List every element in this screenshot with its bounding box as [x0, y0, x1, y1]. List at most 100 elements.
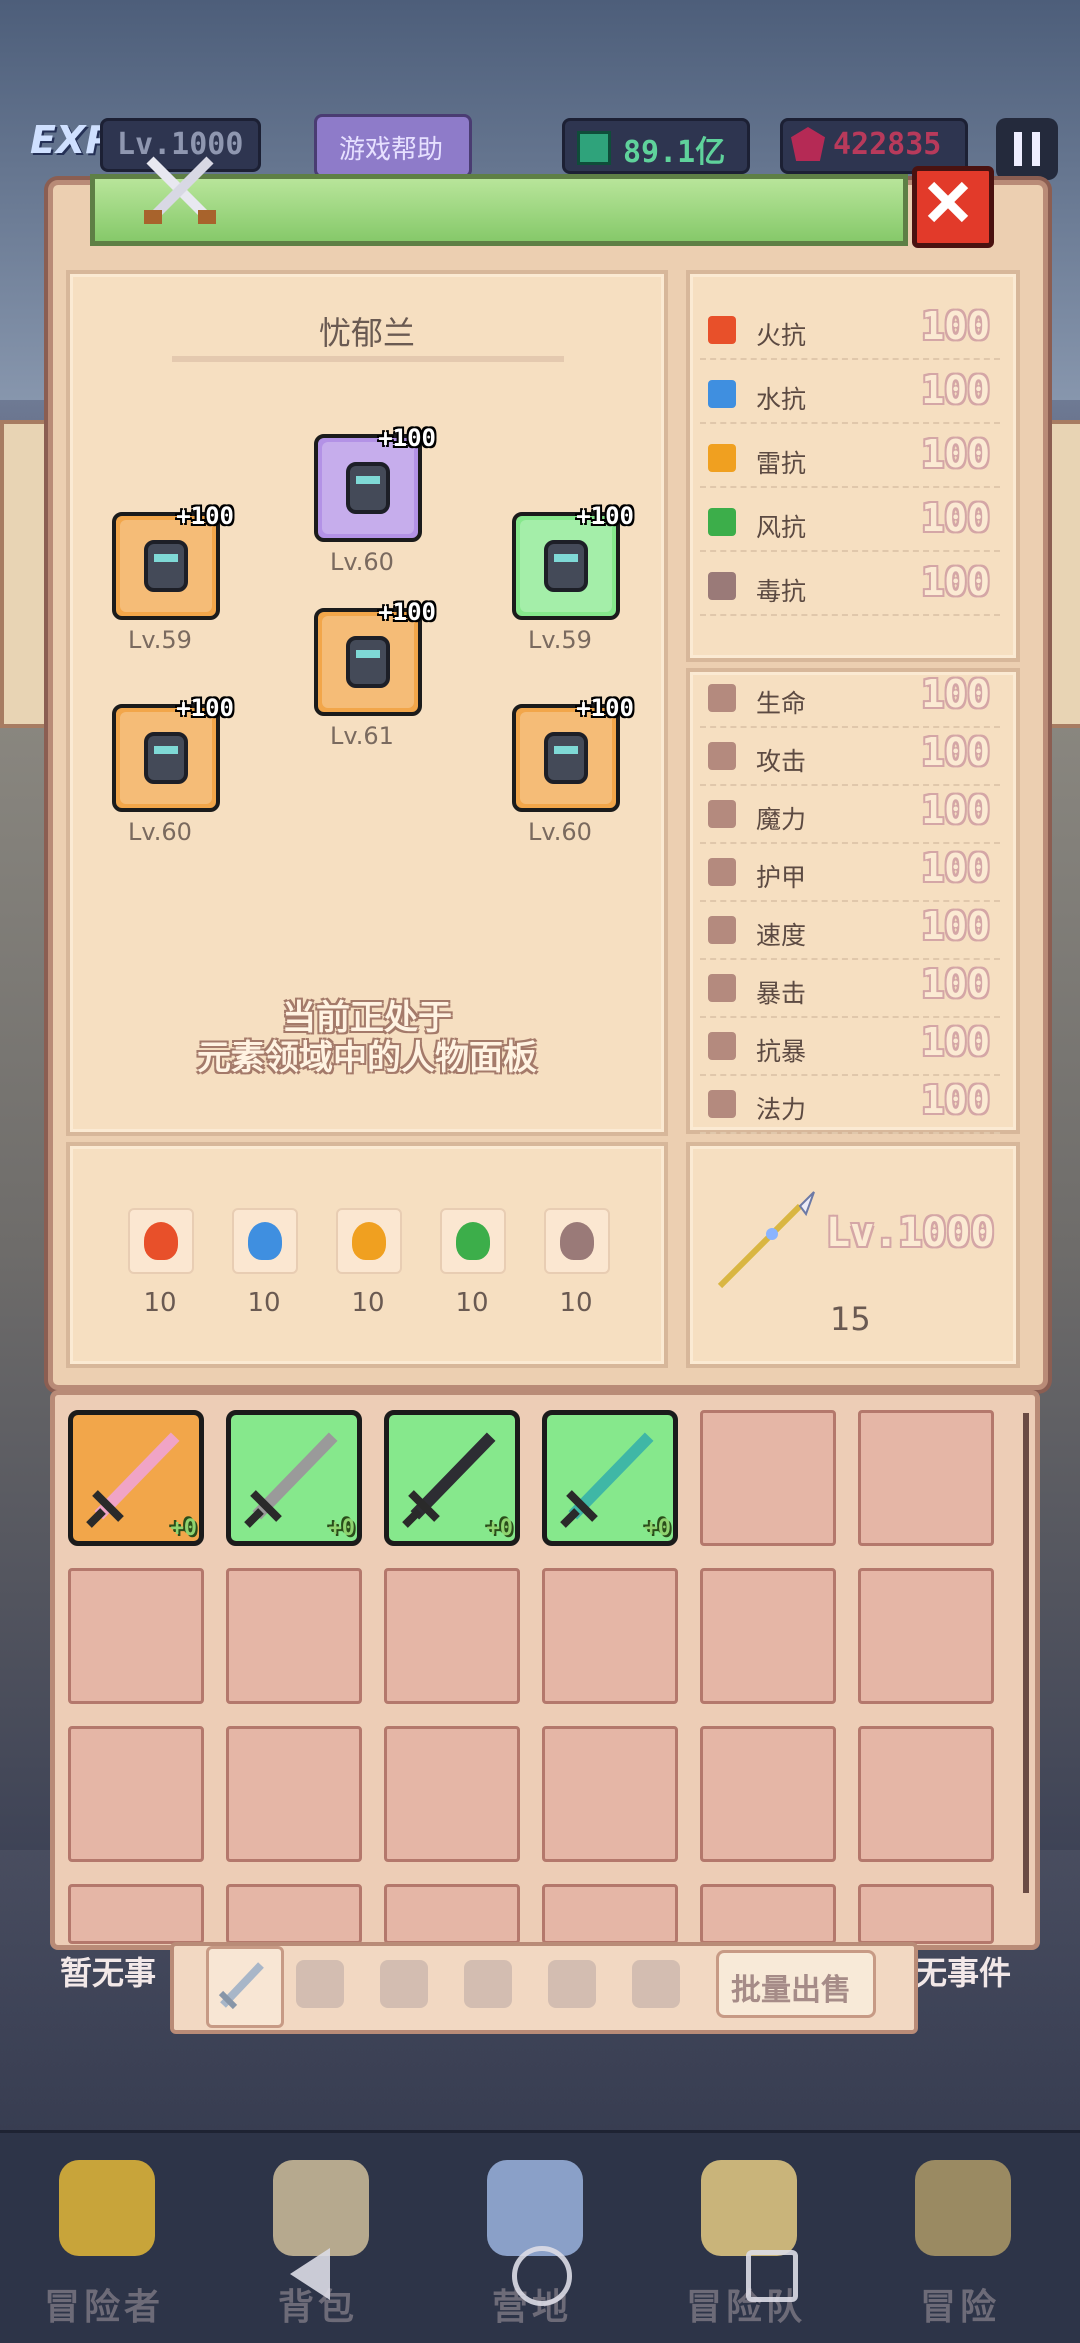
pants-tab-icon[interactable] [548, 1960, 596, 2008]
inventory-item[interactable]: +0 [542, 1410, 678, 1546]
nav-adventure[interactable]: 冒险 [870, 2150, 1050, 2340]
inventory-slot-empty[interactable] [700, 1410, 836, 1546]
attribute-name: 抗暴 [756, 1037, 807, 1066]
water-icon [708, 380, 736, 408]
attribute-name: 魔力 [756, 805, 807, 834]
resistance-value: 100 [921, 368, 990, 412]
inventory-slot-empty[interactable] [226, 1726, 362, 1862]
equip-level: Lv.59 [128, 626, 192, 654]
equip-slot-ring[interactable]: +100 [112, 694, 234, 812]
inventory-slot-empty[interactable] [858, 1726, 994, 1862]
bulk-sell-label: 批量出售 [731, 1973, 851, 2008]
emerald-icon [577, 131, 611, 165]
nav-adventurer[interactable]: 冒险者 [14, 2150, 194, 2340]
equip-slot-weapon[interactable]: +100 [112, 502, 234, 620]
inventory-slot-empty[interactable] [68, 1884, 204, 1944]
inventory-slot-empty[interactable] [858, 1568, 994, 1704]
inventory-item[interactable]: +0 [226, 1410, 362, 1546]
pause-icon [1014, 132, 1022, 166]
help-button[interactable]: 游戏帮助 [314, 114, 472, 178]
attribute-row: 法力 100 [700, 1076, 1000, 1134]
name-divider [172, 356, 564, 362]
inventory-slot-empty[interactable] [384, 1884, 520, 1944]
helmet-tab-icon[interactable] [380, 1960, 428, 2008]
team-icon [701, 2160, 797, 2256]
attribute-value: 100 [921, 846, 990, 890]
inventory-slot-empty[interactable] [858, 1410, 994, 1546]
inventory-item[interactable]: +0 [384, 1410, 520, 1546]
resistance-row: 风抗 100 [700, 494, 1000, 552]
inventory-slot-empty[interactable] [384, 1726, 520, 1862]
boots-icon [520, 712, 612, 804]
crossed-swords-icon [140, 150, 220, 230]
fire-icon [708, 316, 736, 344]
poison-element-icon [544, 1208, 610, 1274]
weapon-tab[interactable] [206, 1946, 284, 2028]
equip-plus-badge: +100 [576, 502, 634, 530]
inventory-slot-empty[interactable] [700, 1726, 836, 1862]
attribute-name: 速度 [756, 921, 807, 950]
backpack-icon [273, 2160, 369, 2256]
equip-slot-helmet[interactable]: +100 [314, 424, 436, 542]
shield-icon [520, 520, 612, 612]
close-button[interactable] [912, 166, 994, 248]
nav-camp[interactable]: 营地 [442, 2150, 622, 2340]
resistance-name: 风抗 [756, 513, 807, 542]
pause-button[interactable] [996, 118, 1058, 180]
attribute-value: 100 [921, 730, 990, 774]
nav-backpack[interactable]: 背包 [228, 2150, 408, 2340]
resistance-name: 水抗 [756, 385, 807, 414]
resistance-row: 水抗 100 [700, 366, 1000, 424]
attribute-row: 生命 100 [700, 670, 1000, 728]
ruby-value: 422835 [833, 127, 942, 162]
inventory-slot-empty[interactable] [226, 1568, 362, 1704]
attribute-value: 100 [921, 962, 990, 1006]
equip-slot-shield[interactable]: +100 [512, 502, 634, 620]
inventory-slot-empty[interactable] [542, 1884, 678, 1944]
attribute-row: 速度 100 [700, 902, 1000, 960]
left-event-label: 暂无事 [60, 1954, 157, 1992]
armor-stat-icon [708, 858, 736, 886]
inventory-slot-empty[interactable] [68, 1568, 204, 1704]
resistance-row: 火抗 100 [700, 302, 1000, 360]
equip-slot-boots[interactable]: +100 [512, 694, 634, 812]
attribute-row: 抗暴 100 [700, 1018, 1000, 1076]
attribute-name: 攻击 [756, 747, 807, 776]
inventory-slot-empty[interactable] [858, 1884, 994, 1944]
equip-level: Lv.61 [330, 722, 394, 750]
inventory-slot-empty[interactable] [700, 1884, 836, 1944]
armor-tab-icon[interactable] [464, 1960, 512, 2008]
equip-level: Lv.60 [528, 818, 592, 846]
nav-team[interactable]: 冒险队 [656, 2150, 836, 2340]
element-value: 10 [455, 1288, 489, 1318]
inventory-slot-empty[interactable] [542, 1568, 678, 1704]
inventory-slot-empty[interactable] [542, 1726, 678, 1862]
lightning-element-icon [336, 1208, 402, 1274]
inventory-scrollbar[interactable] [1023, 1413, 1029, 1893]
element-value: 10 [247, 1288, 281, 1318]
staff-icon [708, 800, 736, 828]
equip-level: Lv.60 [330, 548, 394, 576]
attribute-value: 100 [921, 904, 990, 948]
inventory-slot-empty[interactable] [226, 1884, 362, 1944]
attribute-value: 100 [921, 788, 990, 832]
attribute-row: 护甲 100 [700, 844, 1000, 902]
shield-tab-icon[interactable] [296, 1960, 344, 2008]
system-recents-icon[interactable] [746, 2250, 798, 2302]
equip-plus-badge: +100 [176, 694, 234, 722]
inventory-slot-empty[interactable] [384, 1568, 520, 1704]
system-home-icon[interactable] [512, 2246, 572, 2306]
anti-crit-icon [708, 1032, 736, 1060]
inventory-slot-empty[interactable] [68, 1726, 204, 1862]
resistance-value: 100 [921, 304, 990, 348]
inventory-item[interactable]: +0 [68, 1410, 204, 1546]
equip-slot-armor[interactable]: +100 [314, 598, 436, 716]
bulk-sell-button[interactable]: 批量出售 [716, 1950, 876, 2018]
adventure-icon [915, 2160, 1011, 2256]
emerald-box: 89.1亿 [562, 118, 750, 174]
ring-tab-icon[interactable] [632, 1960, 680, 2008]
water-element-icon [232, 1208, 298, 1274]
system-back-icon[interactable] [290, 2248, 330, 2300]
inventory-slot-empty[interactable] [700, 1568, 836, 1704]
equip-level: Lv.59 [528, 626, 592, 654]
